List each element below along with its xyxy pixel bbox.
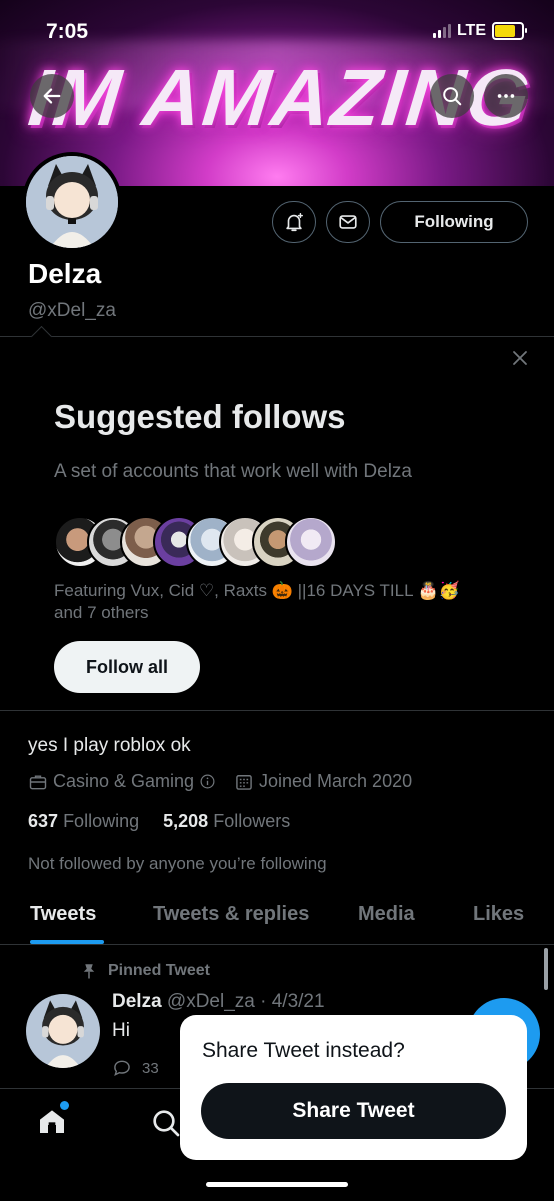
notifications-button[interactable] [272, 201, 316, 243]
network-label: LTE [456, 22, 486, 39]
more-horizontal-icon [497, 94, 515, 98]
more-button[interactable] [484, 74, 528, 118]
message-button[interactable] [326, 201, 370, 243]
category-label: Casino & Gaming [53, 771, 195, 791]
tweet-meta: @xDel_za · 4/3/21 [166, 991, 325, 1012]
briefcase-icon [29, 774, 47, 789]
joined-label: Joined March 2020 [259, 771, 413, 791]
featuring-text: Featuring Vux, Cid ♡, Raxts 🎃 ||16 DAYS … [54, 580, 524, 624]
tweet-avatar[interactable] [26, 994, 100, 1068]
profile-bio: yes I play roblox ok [28, 735, 191, 756]
new-content-dot [60, 1101, 69, 1110]
pinned-tweet-label: Pinned Tweet [80, 962, 210, 980]
suggested-follows-subtitle: A set of accounts that work well with De… [54, 461, 412, 482]
search-button[interactable] [430, 74, 474, 118]
close-icon [513, 351, 527, 365]
tab-media[interactable]: Media [358, 903, 415, 926]
profile-name: Delza [28, 258, 102, 289]
reply-icon [114, 1060, 130, 1076]
share-prompt-text: Share Tweet instead? [202, 1039, 405, 1062]
tweet-author[interactable]: Delza [112, 991, 162, 1012]
battery-icon [492, 22, 527, 40]
envelope-icon [339, 215, 357, 229]
search-icon [153, 1110, 180, 1137]
pinned-label: Pinned Tweet [108, 962, 210, 979]
followers-label: Followers [213, 811, 291, 831]
profile-category[interactable]: Casino & Gaming [28, 771, 216, 792]
nav-home[interactable] [36, 1101, 72, 1141]
calendar-icon [236, 774, 252, 790]
followers-count: 5,208 [163, 811, 209, 831]
follow-counts: 637 Following 5,208 Followers [28, 811, 290, 832]
divider [0, 944, 554, 945]
home-indicator[interactable] [206, 1182, 348, 1187]
reply-count: 33 [142, 1059, 159, 1077]
nav-search[interactable] [150, 1107, 184, 1141]
search-icon [443, 87, 462, 106]
profile-handle: @xDel_za [28, 300, 116, 321]
info-icon [200, 774, 215, 789]
bell-plus-icon [286, 213, 303, 232]
share-tweet-popup: Share Tweet instead? Share Tweet [180, 1015, 527, 1160]
followers-count-link[interactable]: 5,208 Followers [163, 811, 290, 831]
status-indicators: LTE [432, 22, 527, 40]
tweet-text: Hi [112, 1020, 130, 1041]
following-button[interactable]: Following [380, 201, 528, 243]
signal-icon [432, 24, 451, 38]
divider [0, 336, 554, 337]
share-tweet-button[interactable]: Share Tweet [201, 1083, 506, 1139]
following-count-link[interactable]: 637 Following [28, 811, 139, 831]
joined-date: Joined March 2020 [234, 771, 412, 792]
featuring-line-2: and 7 others [54, 603, 149, 622]
back-button[interactable] [30, 74, 74, 118]
pin-icon [83, 964, 95, 979]
not-followed-notice: Not followed by anyone you’re following [28, 854, 327, 873]
arrow-left-icon [43, 88, 61, 104]
following-label: Following [63, 811, 140, 831]
follow-all-button[interactable]: Follow all [54, 641, 200, 693]
tab-tweets-and-replies[interactable]: Tweets & replies [153, 903, 309, 926]
status-time: 7:05 [46, 20, 89, 43]
avatar-illustration [26, 156, 118, 248]
dismiss-suggestions-button[interactable] [506, 344, 534, 372]
divider [0, 710, 554, 711]
tweet-header: Delza @xDel_za · 4/3/21 [112, 991, 325, 1013]
suggested-avatars[interactable] [54, 516, 354, 568]
scrollbar[interactable] [544, 948, 548, 990]
tab-tweets[interactable]: Tweets [30, 903, 96, 926]
callout-pointer [30, 325, 53, 348]
featuring-line-1: Featuring Vux, Cid ♡, Raxts 🎃 ||16 DAYS … [54, 581, 460, 600]
avatar-illustration [26, 994, 100, 1068]
tab-likes[interactable]: Likes [473, 903, 524, 926]
following-count: 637 [28, 811, 59, 831]
suggested-avatar[interactable] [285, 516, 337, 568]
suggested-follows-title: Suggested follows [54, 398, 346, 435]
profile-avatar[interactable] [22, 152, 122, 252]
reply-action[interactable]: 33 [112, 1058, 159, 1078]
